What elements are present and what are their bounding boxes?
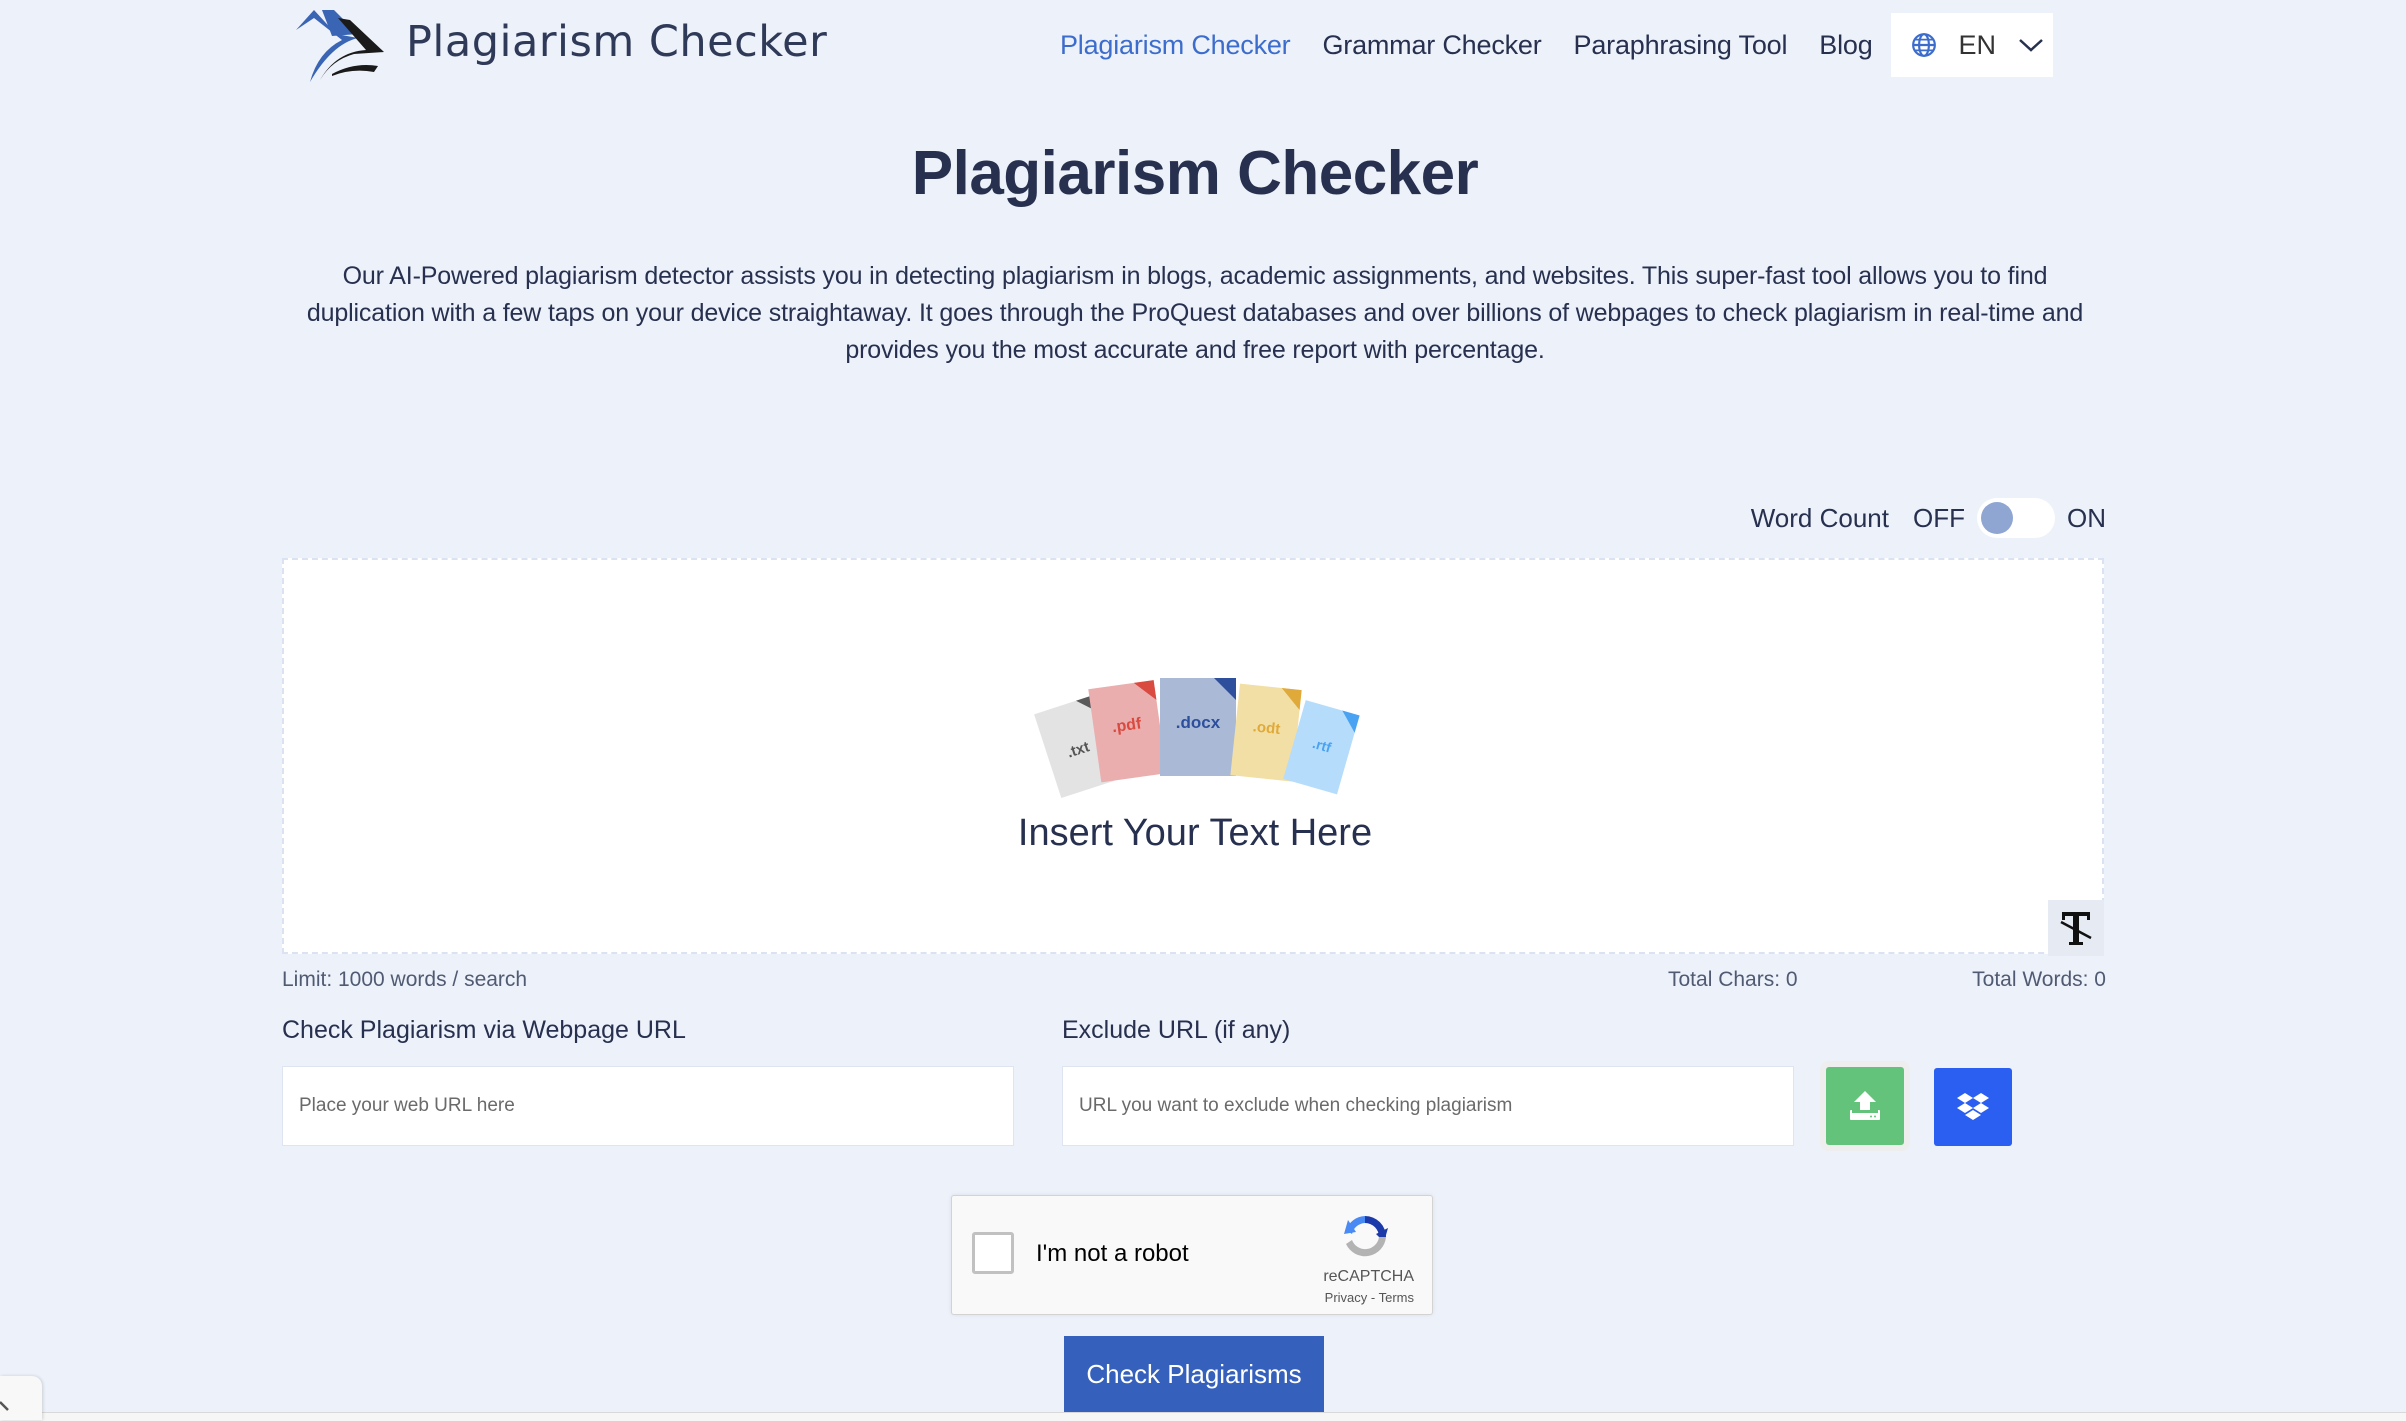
dropbox-button[interactable]	[1934, 1068, 2012, 1146]
word-limit: Limit: 1000 words / search	[282, 968, 528, 991]
file-types-illustration: .txt .pdf .docx .odt .rtf	[1034, 678, 1360, 799]
upload-file-button[interactable]	[1826, 1067, 1904, 1145]
clear-format-button[interactable]	[2048, 900, 2104, 956]
toggle-knob	[1981, 502, 2013, 534]
recaptcha-widget: I'm not a robot reCAPTCHA Privacy - Term…	[951, 1195, 1433, 1315]
word-count-control: Word Count OFF ON	[1751, 498, 2106, 538]
nav-plagiarism-checker[interactable]: Plagiarism Checker	[1060, 30, 1291, 61]
logo-icon	[296, 10, 384, 82]
logo-text: Plagiarism Checker	[406, 17, 828, 67]
recaptcha-label: I'm not a robot	[1036, 1240, 1189, 1267]
file-label-docx: .docx	[1176, 713, 1221, 732]
url-check-label: Check Plagiarism via Webpage URL	[282, 1016, 686, 1044]
chevron-up-icon	[0, 1401, 9, 1411]
insert-text-prompt: Insert Your Text Here	[1017, 812, 1373, 854]
check-plagiarism-button[interactable]: Check Plagiarisms	[1064, 1336, 1324, 1412]
language-selector[interactable]: EN	[1890, 13, 2053, 77]
nav-grammar-checker[interactable]: Grammar Checker	[1322, 30, 1541, 61]
docx-file-icon: .docx	[1160, 678, 1236, 776]
corner-widget-tab[interactable]	[0, 1376, 42, 1420]
exclude-url-input[interactable]	[1062, 1066, 1794, 1146]
recaptcha-icon	[1344, 1216, 1388, 1257]
main-nav: Plagiarism Checker Grammar Checker Parap…	[1060, 12, 2053, 78]
recaptcha-checkbox[interactable]	[972, 1232, 1014, 1274]
recaptcha-brand: reCAPTCHA	[1323, 1268, 1414, 1285]
exclude-url-label: Exclude URL (if any)	[1062, 1016, 1291, 1044]
upload-icon	[1850, 1091, 1880, 1120]
word-count-toggle[interactable]	[1977, 498, 2055, 538]
file-label-odt: .odt	[1252, 718, 1281, 738]
pdf-file-icon: .pdf	[1088, 680, 1167, 783]
language-code: EN	[1958, 29, 1997, 60]
word-count-label: Word Count	[1750, 502, 1889, 533]
total-chars: Total Chars: 0	[1668, 968, 1798, 991]
globe-icon	[1911, 33, 1936, 57]
dropbox-icon	[1957, 1093, 1989, 1120]
toggle-on-label: ON	[2067, 502, 2106, 533]
webpage-url-input[interactable]	[282, 1066, 1014, 1146]
page-title: Plagiarism Checker	[911, 139, 1479, 208]
total-words: Total Words: 0	[1972, 968, 2106, 991]
nav-blog[interactable]: Blog	[1819, 30, 1872, 61]
nav-paraphrasing-tool[interactable]: Paraphrasing Tool	[1574, 30, 1788, 61]
site-logo[interactable]: Plagiarism Checker	[292, 4, 827, 88]
toggle-off-label: OFF	[1913, 502, 1965, 533]
recaptcha-privacy-terms[interactable]: Privacy - Terms	[1325, 1290, 1414, 1305]
page-description: Our AI-Powered plagiarism detector assis…	[306, 262, 2084, 364]
chevron-down-icon	[2019, 39, 2043, 52]
clear-format-icon	[2060, 912, 2092, 945]
